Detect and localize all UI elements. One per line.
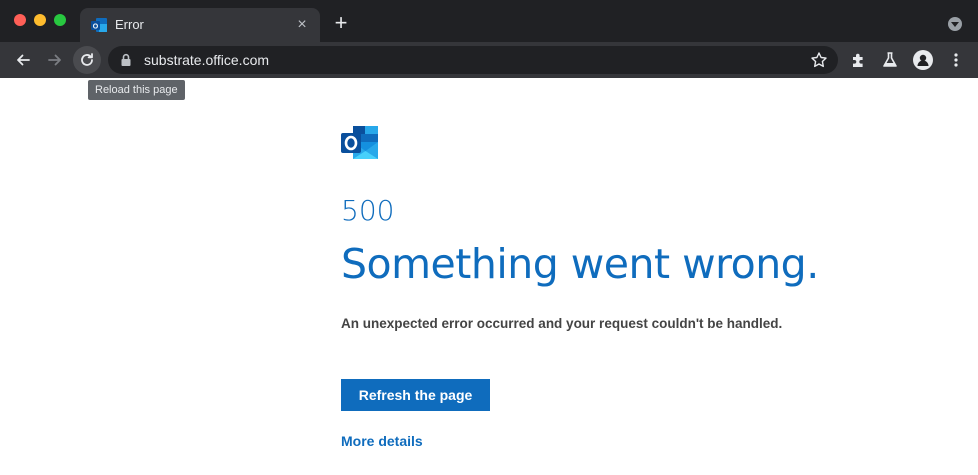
labs-flask-icon[interactable] bbox=[880, 50, 900, 70]
maximize-window-button[interactable] bbox=[54, 14, 66, 26]
more-menu-icon[interactable] bbox=[948, 50, 964, 70]
error-heading: Something went wrong. bbox=[341, 240, 819, 288]
active-tab[interactable]: O Error × bbox=[80, 8, 320, 42]
bookmark-star-icon[interactable] bbox=[810, 51, 828, 69]
reload-tooltip: Reload this page bbox=[88, 80, 185, 100]
lock-icon[interactable] bbox=[120, 53, 132, 67]
svg-text:O: O bbox=[93, 23, 99, 30]
person-icon bbox=[917, 54, 929, 66]
page-content: 500 Something went wrong. An unexpected … bbox=[0, 78, 978, 475]
more-details-link[interactable]: More details bbox=[341, 433, 423, 449]
tab-strip: O Error × + bbox=[0, 0, 978, 42]
arrow-left-icon bbox=[17, 54, 30, 66]
close-window-button[interactable] bbox=[14, 14, 26, 26]
url-text[interactable]: substrate.office.com bbox=[144, 52, 269, 68]
tab-title: Error bbox=[115, 17, 144, 32]
error-code: 500 bbox=[341, 194, 395, 227]
arrow-right-icon bbox=[48, 54, 61, 66]
address-bar[interactable]: substrate.office.com bbox=[108, 46, 838, 74]
reload-icon bbox=[81, 53, 93, 66]
outlook-icon: O bbox=[91, 18, 107, 32]
forward-button[interactable] bbox=[41, 46, 69, 74]
reload-button[interactable] bbox=[73, 46, 101, 74]
outlook-logo-icon bbox=[341, 126, 378, 159]
tab-search-icon[interactable] bbox=[948, 17, 962, 31]
refresh-page-button[interactable]: Refresh the page bbox=[341, 379, 490, 411]
minimize-window-button[interactable] bbox=[34, 14, 46, 26]
extensions-puzzle-icon[interactable] bbox=[849, 50, 869, 70]
new-tab-button[interactable]: + bbox=[330, 12, 352, 34]
back-button[interactable] bbox=[9, 46, 37, 74]
profile-avatar-icon[interactable] bbox=[913, 50, 933, 70]
error-message: An unexpected error occurred and your re… bbox=[341, 316, 783, 331]
browser-toolbar: substrate.office.com bbox=[0, 42, 978, 78]
close-tab-icon[interactable]: × bbox=[292, 15, 312, 35]
